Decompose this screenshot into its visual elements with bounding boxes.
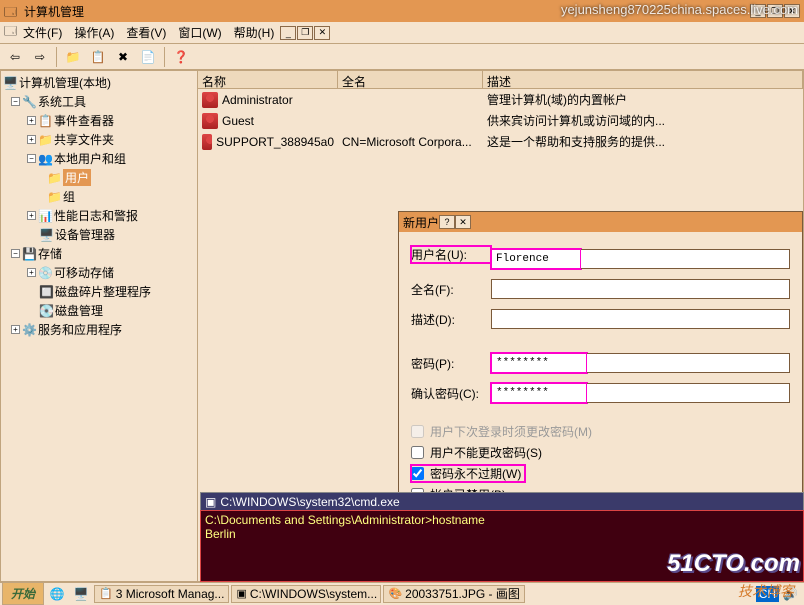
tree-systools[interactable]: −🔧系统工具 — [3, 92, 195, 111]
tree-groups[interactable]: 📁组 — [3, 187, 195, 206]
tree-perflogs[interactable]: +📊性能日志和警报 — [3, 206, 195, 225]
list-header: 名称 全名 描述 — [198, 71, 803, 89]
checkbox-cannot-change[interactable] — [411, 446, 424, 459]
desktop-icon[interactable]: 🖥️ — [70, 583, 92, 605]
tree-localusers[interactable]: −👥本地用户和组 — [3, 149, 195, 168]
user-icon — [202, 134, 212, 150]
col-desc[interactable]: 描述 — [483, 71, 803, 88]
label-password: 密码(P): — [411, 355, 491, 372]
dialog-titlebar[interactable]: 新用户 ? ✕ — [399, 212, 802, 232]
close-button[interactable]: ✕ — [784, 4, 800, 18]
input-confirm-password[interactable] — [491, 383, 587, 403]
ie-icon[interactable]: 🌐 — [46, 583, 68, 605]
cmd-titlebar[interactable]: ▣ C:\WINDOWS\system32\cmd.exe — [201, 493, 803, 511]
list-row[interactable]: Administrator 管理计算机(域)的内置帐户 — [198, 89, 803, 110]
user-icon — [202, 113, 218, 129]
task-paint[interactable]: 🎨20033751.JPG - 画图 — [383, 585, 524, 603]
doc-icon: 🗔 — [4, 22, 17, 43]
list-row[interactable]: SUPPORT_388945a0 CN=Microsoft Corpora...… — [198, 131, 803, 152]
task-cmd[interactable]: ▣C:\WINDOWS\system... — [231, 585, 381, 603]
minimize-button[interactable]: _ — [750, 4, 766, 18]
forward-button[interactable]: ⇨ — [29, 46, 51, 68]
tree-storage[interactable]: −💾存储 — [3, 244, 195, 263]
tree-root[interactable]: 🖥️计算机管理(本地) — [3, 73, 195, 92]
app-icon: 🗔 — [4, 3, 20, 19]
checkbox-must-change — [411, 425, 424, 438]
tray-icon[interactable]: 🔊 — [783, 587, 798, 601]
label-username: 用户名(U): — [411, 246, 491, 263]
menu-bar: 🗔 文件(F) 操作(A) 查看(V) 窗口(W) 帮助(H) _ ❐ ✕ — [0, 22, 804, 44]
menu-window[interactable]: 窗口(W) — [172, 22, 227, 43]
child-close-button[interactable]: ✕ — [314, 26, 330, 40]
menu-action[interactable]: 操作(A) — [68, 22, 120, 43]
properties-button[interactable]: 📋 — [87, 46, 109, 68]
label-fullname: 全名(F): — [411, 281, 491, 298]
start-button[interactable]: 开始 — [2, 582, 44, 605]
task-mmc[interactable]: 📋3 Microsoft Manag... — [94, 585, 229, 603]
checkbox-never-expire[interactable] — [411, 467, 424, 480]
input-username[interactable] — [491, 249, 581, 269]
dialog-close-button[interactable]: ✕ — [455, 215, 471, 229]
window-title: 计算机管理 — [24, 3, 84, 20]
label-confirm-password: 确认密码(C): — [411, 385, 491, 402]
tree-services[interactable]: +⚙️服务和应用程序 — [3, 320, 195, 339]
tree-users[interactable]: 📁用户 — [3, 168, 195, 187]
toolbar: ⇦ ⇨ 📁 📋 ✖ 📄 ❓ — [0, 44, 804, 70]
tree-eventviewer[interactable]: +📋事件查看器 — [3, 111, 195, 130]
input-fullname[interactable] — [491, 279, 790, 299]
refresh-button[interactable]: 📄 — [137, 46, 159, 68]
tree-pane: 🖥️计算机管理(本地) −🔧系统工具 +📋事件查看器 +📁共享文件夹 −👥本地用… — [0, 70, 198, 582]
cmd-body[interactable]: C:\Documents and Settings\Administrator>… — [201, 511, 803, 581]
title-bar: 🗔 计算机管理 _ ❐ ✕ — [0, 0, 804, 22]
help-button[interactable]: ❓ — [170, 46, 192, 68]
list-row[interactable]: Guest 供来宾访问计算机或访问域的内... — [198, 110, 803, 131]
tree-diskmgmt[interactable]: 💽磁盘管理 — [3, 301, 195, 320]
menu-help[interactable]: 帮助(H) — [228, 22, 281, 43]
child-minimize-button[interactable]: _ — [280, 26, 296, 40]
taskbar: 开始 🌐 🖥️ 📋3 Microsoft Manag... ▣C:\WINDOW… — [0, 582, 804, 604]
tree-removable[interactable]: +💿可移动存储 — [3, 263, 195, 282]
menu-file[interactable]: 文件(F) — [17, 22, 68, 43]
child-restore-button[interactable]: ❐ — [297, 26, 313, 40]
cmd-window[interactable]: ▣ C:\WINDOWS\system32\cmd.exe C:\Documen… — [200, 492, 804, 582]
tree-devmgr[interactable]: 🖥️设备管理器 — [3, 225, 195, 244]
dialog-help-button[interactable]: ? — [439, 215, 455, 229]
cmd-icon: ▣ — [205, 495, 216, 509]
input-password[interactable] — [491, 353, 587, 373]
user-icon — [202, 92, 218, 108]
label-description: 描述(D): — [411, 311, 491, 328]
input-description[interactable] — [491, 309, 790, 329]
tree-shared[interactable]: +📁共享文件夹 — [3, 130, 195, 149]
cmd-title: C:\WINDOWS\system32\cmd.exe — [220, 495, 399, 509]
col-name[interactable]: 名称 — [198, 71, 338, 88]
ime-indicator[interactable]: CH — [756, 586, 779, 602]
delete-button[interactable]: ✖ — [112, 46, 134, 68]
menu-view[interactable]: 查看(V) — [120, 22, 172, 43]
up-button[interactable]: 📁 — [62, 46, 84, 68]
dialog-title: 新用户 — [403, 214, 439, 231]
maximize-button[interactable]: ❐ — [767, 4, 783, 18]
back-button[interactable]: ⇦ — [4, 46, 26, 68]
system-tray[interactable]: CH 🔊 — [752, 586, 802, 602]
tree-defrag[interactable]: 🔲磁盘碎片整理程序 — [3, 282, 195, 301]
col-fullname[interactable]: 全名 — [338, 71, 483, 88]
